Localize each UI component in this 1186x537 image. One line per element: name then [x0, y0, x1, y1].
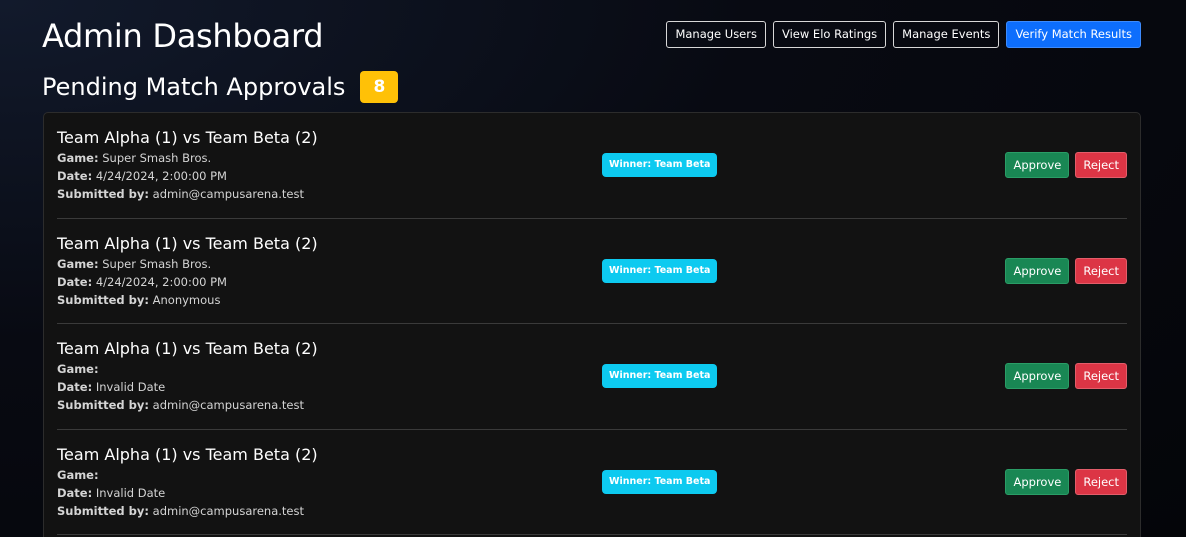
date-value: Invalid Date [95, 485, 166, 500]
match-actions: Approve Reject [1005, 363, 1127, 389]
winner-badge: Winner: Team Beta [602, 258, 718, 283]
winner-badge: Winner: Team Beta [602, 364, 718, 388]
pending-count-badge: 8 [360, 71, 399, 103]
approve-button[interactable]: Approve [1005, 468, 1070, 495]
verify-match-results-button[interactable]: Verify Match Results [1006, 21, 1141, 48]
game-label: Game: [57, 256, 99, 271]
date-value: 4/24/2024, 2:00:00 PM [95, 169, 227, 183]
manage-events-button[interactable]: Manage Events [893, 21, 1000, 48]
match-date: Date: Invalid Date [57, 486, 165, 501]
game-label: Game: [57, 467, 99, 482]
view-elo-ratings-button[interactable]: View Elo Ratings [772, 21, 887, 48]
approve-button[interactable]: Approve [1005, 363, 1070, 389]
match-submitted-by: Submitted by: admin@campusarena.test [57, 187, 304, 202]
reject-button[interactable]: Reject [1075, 468, 1127, 495]
date-value: 4/24/2024, 2:00:00 PM [95, 274, 227, 289]
match-game: Game: [57, 362, 99, 377]
match-actions: Approve Reject [1005, 152, 1127, 178]
reject-button[interactable]: Reject [1075, 363, 1127, 389]
game-label: Game: [57, 362, 99, 376]
date-label: Date: [57, 169, 93, 183]
date-label: Date: [57, 274, 93, 289]
submitted-by-label: Submitted by: [57, 292, 149, 307]
reject-button[interactable]: Reject [1075, 257, 1127, 284]
match-game: Game: Super Smash Bros. [57, 151, 211, 166]
match-game: Game: Super Smash Bros. [57, 257, 211, 272]
winner-badge: Winner: Team Beta [602, 469, 718, 494]
game-value: Super Smash Bros. [102, 256, 212, 271]
submitted-by-value: admin@campusarena.test [152, 398, 304, 412]
match-actions: Approve Reject [1005, 468, 1127, 495]
reject-button[interactable]: Reject [1075, 152, 1127, 178]
match-date: Date: 4/24/2024, 2:00:00 PM [57, 275, 227, 290]
admin-nav: Manage Users View Elo Ratings Manage Eve… [666, 21, 1141, 48]
match-item: Team Alpha (1) vs Team Beta (2) Game: Su… [57, 113, 1127, 219]
date-label: Date: [57, 380, 93, 394]
game-value: Super Smash Bros. [102, 151, 212, 165]
admin-dashboard-page: Admin Dashboard Manage Users View Elo Ra… [0, 0, 1186, 537]
submitted-by-label: Submitted by: [57, 398, 149, 412]
match-submitted-by: Submitted by: admin@campusarena.test [57, 398, 304, 413]
pending-matches-list: Team Alpha (1) vs Team Beta (2) Game: Su… [43, 112, 1141, 537]
approve-button[interactable]: Approve [1005, 152, 1070, 178]
page-title: Admin Dashboard [42, 17, 324, 55]
match-title: Team Alpha (1) vs Team Beta (2) [57, 444, 318, 464]
match-actions: Approve Reject [1005, 257, 1127, 284]
submitted-by-label: Submitted by: [57, 187, 149, 201]
match-date: Date: 4/24/2024, 2:00:00 PM [57, 169, 227, 184]
date-value: Invalid Date [95, 380, 166, 394]
date-label: Date: [57, 485, 93, 500]
match-submitted-by: Submitted by: Anonymous [57, 293, 220, 308]
game-label: Game: [57, 151, 99, 165]
pending-approvals-header: Pending Match Approvals 8 [42, 70, 399, 104]
match-date: Date: Invalid Date [57, 380, 165, 395]
winner-badge: Winner: Team Beta [602, 153, 718, 177]
match-game: Game: [57, 468, 99, 483]
submitted-by-value: Anonymous [152, 292, 221, 307]
match-title: Team Alpha (1) vs Team Beta (2) [57, 233, 318, 253]
match-submitted-by: Submitted by: admin@campusarena.test [57, 504, 304, 519]
match-item: Team Alpha (1) vs Team Beta (2) Game: Su… [57, 219, 1127, 324]
submitted-by-value: admin@campusarena.test [152, 503, 304, 518]
match-item: Team Alpha (1) vs Team Beta (2) Game: Da… [57, 430, 1127, 535]
section-title: Pending Match Approvals [42, 73, 346, 101]
approve-button[interactable]: Approve [1005, 257, 1070, 284]
match-item: Team Alpha (1) vs Team Beta (2) Game: Da… [57, 324, 1127, 430]
manage-users-button[interactable]: Manage Users [666, 21, 766, 48]
submitted-by-value: admin@campusarena.test [152, 187, 304, 201]
submitted-by-label: Submitted by: [57, 503, 149, 518]
match-title: Team Alpha (1) vs Team Beta (2) [57, 339, 318, 358]
match-title: Team Alpha (1) vs Team Beta (2) [57, 128, 318, 147]
